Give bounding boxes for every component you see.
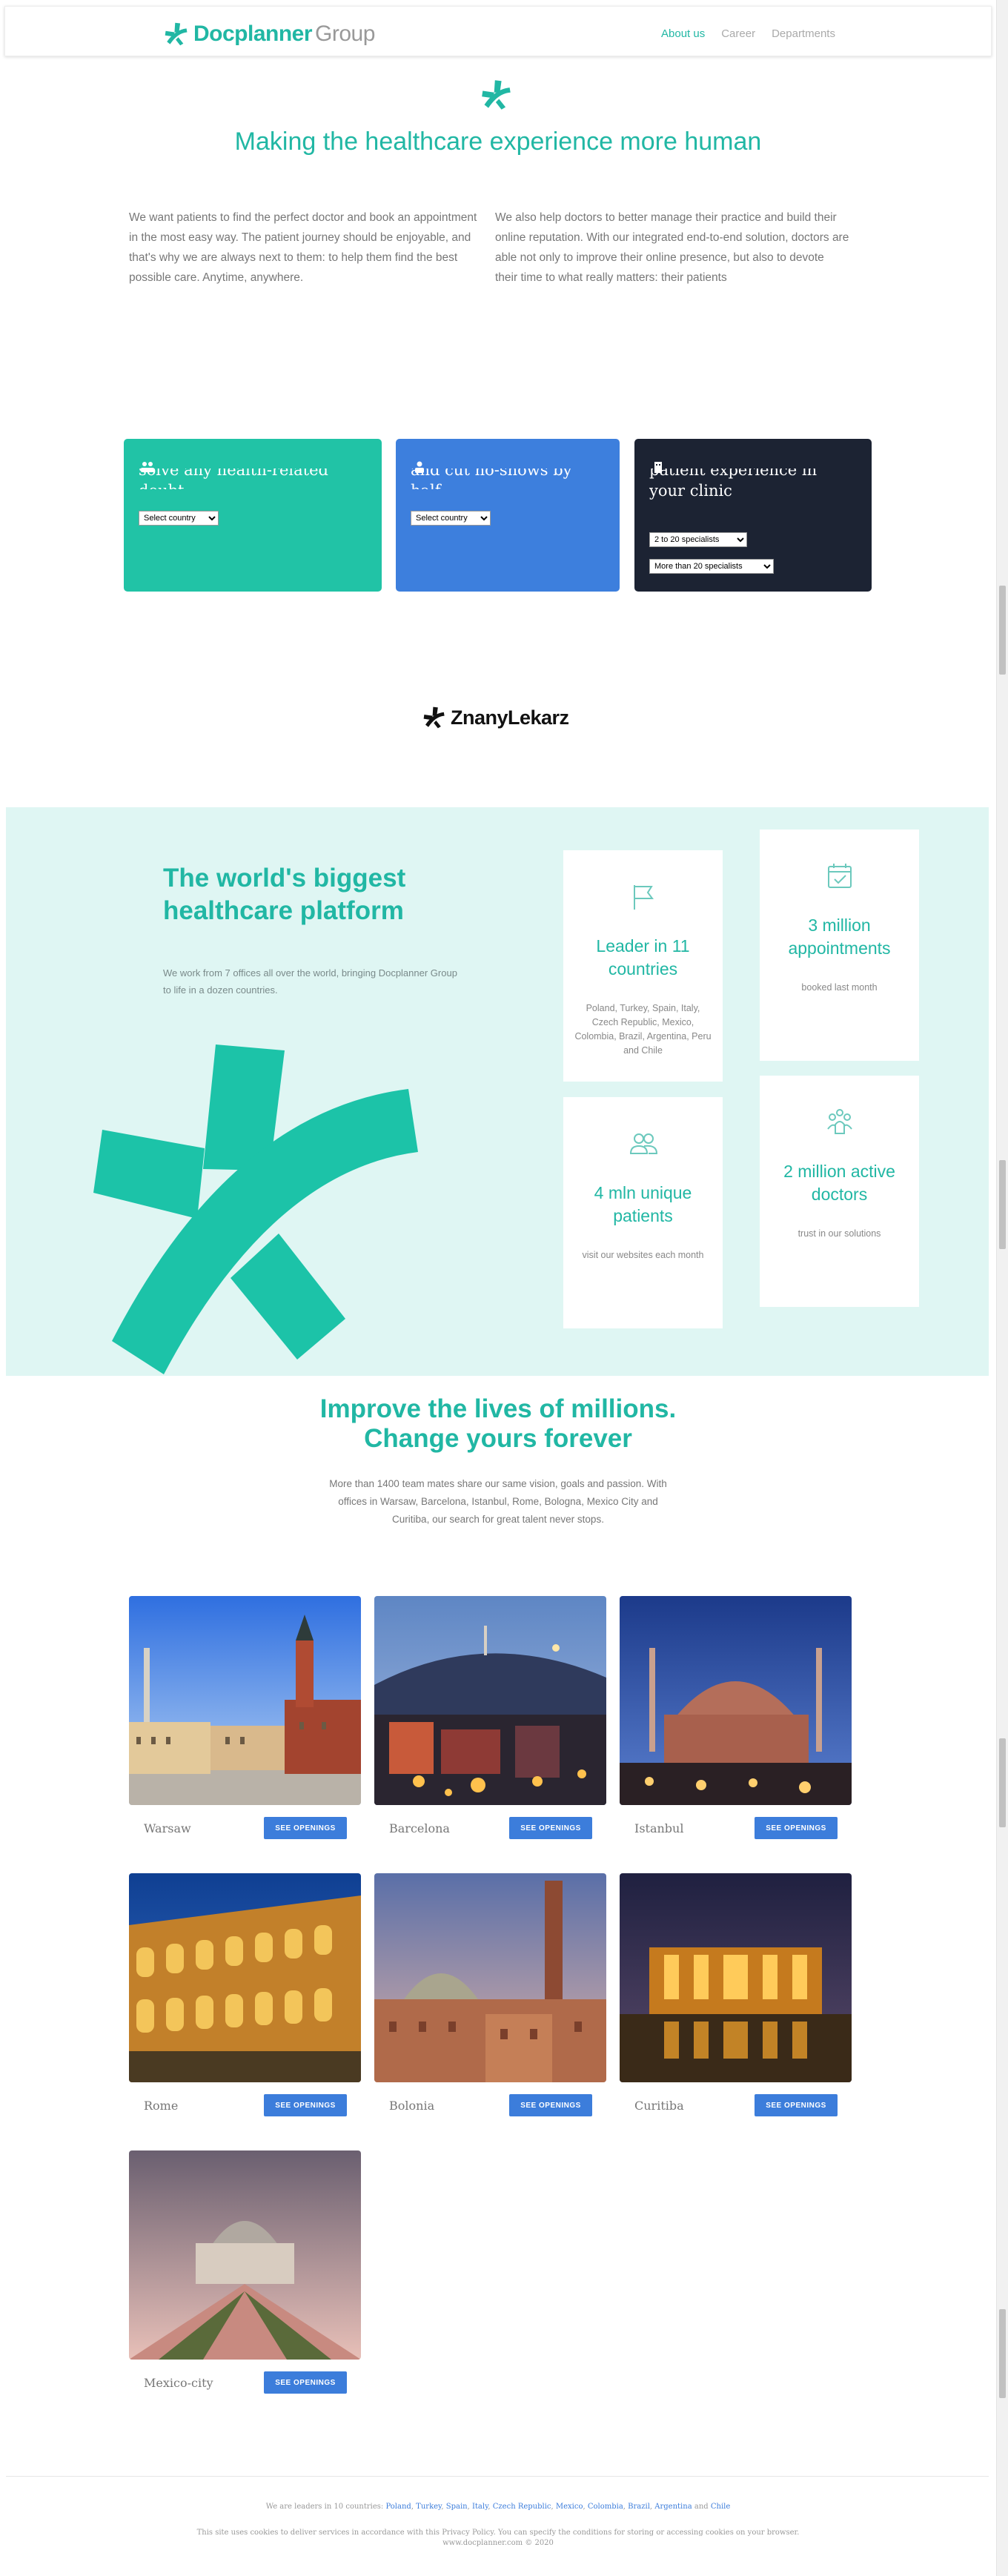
city-name: Rome: [144, 2099, 179, 2113]
card-text: and cut no-shows by half: [411, 468, 572, 489]
see-openings-button[interactable]: SEE OPENINGS: [264, 2371, 347, 2394]
city-name: Barcelona: [389, 1821, 450, 1835]
hero-title: Making the healthcare experience more hu…: [234, 128, 762, 156]
main-nav: About us Career Departments: [661, 27, 835, 40]
scrollbar-thumb-4[interactable]: [999, 2309, 1006, 2398]
city-name: Mexico-city: [144, 2376, 213, 2390]
nav-career[interactable]: Career: [721, 27, 755, 40]
footer-country-link[interactable]: Argentina: [654, 2503, 692, 2511]
card-doctors: and cut no-shows by half Select country: [396, 439, 620, 592]
stats-section: The world's biggest healthcare platform …: [6, 807, 989, 1376]
logo-suffix: Group: [315, 21, 375, 46]
city-name: Bolonia: [389, 2099, 435, 2113]
mexico-city-photo: [129, 2150, 361, 2360]
stat-description: trust in our solutions: [798, 1228, 881, 1239]
docplanner-star-graphic: [93, 1044, 418, 1374]
znanylekarz-star-icon: [423, 706, 445, 729]
znanylekarz-logo[interactable]: ZnanyLekarz: [422, 706, 569, 729]
city-name: Warsaw: [144, 1821, 191, 1835]
stat-doctors: 2 million active doctors trust in our so…: [760, 1076, 919, 1307]
footer-country-link[interactable]: Italy: [472, 2503, 488, 2511]
scrollbar-thumb-3[interactable]: [999, 1738, 1006, 1827]
card-clinics: patient experience in your clinic 2 to 2…: [634, 439, 872, 592]
nav-departments[interactable]: Departments: [772, 27, 835, 40]
stat-description: Poland, Turkey, Spain, Italy, Czech Repu…: [574, 1003, 712, 1056]
country-select[interactable]: Select country: [411, 511, 491, 526]
footer-country-link[interactable]: Brazil: [628, 2503, 650, 2511]
znanylekarz-wordmark: ZnanyLekarz: [451, 706, 569, 729]
careers-subtitle: More than 1400 team mates share our same…: [329, 1478, 667, 1525]
see-openings-button[interactable]: SEE OPENINGS: [755, 1817, 838, 1839]
footer-country-link[interactable]: Czech Republic: [493, 2503, 551, 2511]
footer-country-link[interactable]: Turkey: [416, 2503, 441, 2511]
see-openings-button[interactable]: SEE OPENINGS: [264, 1817, 347, 1839]
card-text: solve any health-related doubt: [139, 468, 328, 489]
see-openings-button[interactable]: SEE OPENINGS: [509, 2094, 592, 2116]
card-patients: solve any health-related doubt Select co…: [124, 439, 382, 592]
docplanner-logo[interactable]: Docplanner Group: [164, 21, 375, 47]
curitiba-photo: [620, 1873, 852, 2082]
users-icon: [629, 1133, 657, 1154]
stat-description: visit our websites each month: [582, 1250, 704, 1260]
stat-countries: Leader in 11 countries Poland, Turkey, S…: [563, 850, 723, 1082]
footer-divider: [6, 2476, 989, 2477]
stat-appointments: 3 million appointments booked last month: [760, 830, 919, 1061]
stat-patients: 4 mln unique patients visit our websites…: [563, 1097, 723, 1328]
footer-leaders-prefix: We are leaders in 10 countries:: [265, 2503, 384, 2511]
specialists-select[interactable]: 2 to 20 specialists: [649, 532, 747, 547]
see-openings-button[interactable]: SEE OPENINGS: [264, 2094, 347, 2116]
scrollbar-thumb-2[interactable]: [999, 1160, 1006, 1249]
careers-title-line1: Improve the lives of millions.: [319, 1394, 677, 1423]
rome-photo: [129, 1873, 361, 2082]
country-select[interactable]: Select country: [139, 511, 219, 526]
stat-value: 2 million active doctors: [783, 1162, 895, 1204]
doctors-icon: [826, 1109, 852, 1134]
barcelona-photo: [374, 1596, 606, 1805]
footer-cookies: This site uses cookies to deliver servic…: [196, 2529, 800, 2537]
footer-country-link[interactable]: Chile: [711, 2503, 730, 2511]
card-text: patient experience in your clinic: [649, 468, 818, 500]
flag-icon: [633, 885, 654, 910]
footer-copyright: www.docplanner.com © 2020: [442, 2539, 554, 2547]
stat-description: booked last month: [801, 982, 878, 993]
hero-text-patients: We want patients to find the perfect doc…: [129, 211, 477, 284]
careers-title-line2: Change yours forever: [364, 1424, 632, 1453]
hero-text-doctors: We also help doctors to better manage th…: [495, 211, 849, 284]
city-name: Istanbul: [634, 1821, 684, 1835]
docplanner-star-icon: [482, 80, 511, 110]
city-name: Curitiba: [634, 2099, 684, 2113]
scrollbar-thumb[interactable]: [999, 586, 1006, 675]
footer-country-link[interactable]: Poland: [385, 2503, 411, 2511]
footer-country-link[interactable]: Mexico: [556, 2503, 583, 2511]
bolonia-photo: [374, 1873, 606, 2082]
see-openings-button[interactable]: SEE OPENINGS: [509, 1817, 592, 1839]
logo-brand: Docplanner: [193, 21, 313, 46]
stat-value: 3 million appointments: [788, 915, 891, 958]
stats-title: The world's biggest healthcare platform: [163, 864, 406, 925]
page-scrollbar[interactable]: [996, 0, 1008, 2576]
footer-and: and: [694, 2503, 709, 2511]
stat-value: 4 mln unique patients: [594, 1183, 692, 1225]
footer-countries: We are leaders in 10 countries: Poland, …: [265, 2503, 731, 2511]
see-openings-button[interactable]: SEE OPENINGS: [755, 2094, 838, 2116]
nav-about-us[interactable]: About us: [661, 27, 705, 40]
footer-country-link[interactable]: Colombia: [588, 2503, 623, 2511]
warsaw-photo: [129, 1596, 361, 1805]
calendar-check-icon: [827, 864, 852, 888]
docplanner-star-icon: [165, 22, 188, 46]
stat-value: Leader in 11 countries: [596, 936, 690, 979]
footer-country-link[interactable]: Spain: [446, 2503, 468, 2511]
site-header: Docplanner Group About us Career Departme…: [4, 6, 992, 56]
footer-legal: This site uses cookies to deliver servic…: [0, 2528, 996, 2549]
careers-title: Improve the lives of millions. Change yo…: [0, 1394, 996, 1454]
istanbul-photo: [620, 1596, 852, 1805]
specialists-select-large[interactable]: More than 20 specialists: [649, 559, 774, 574]
stats-subtitle: We work from 7 offices all over the worl…: [163, 967, 457, 996]
